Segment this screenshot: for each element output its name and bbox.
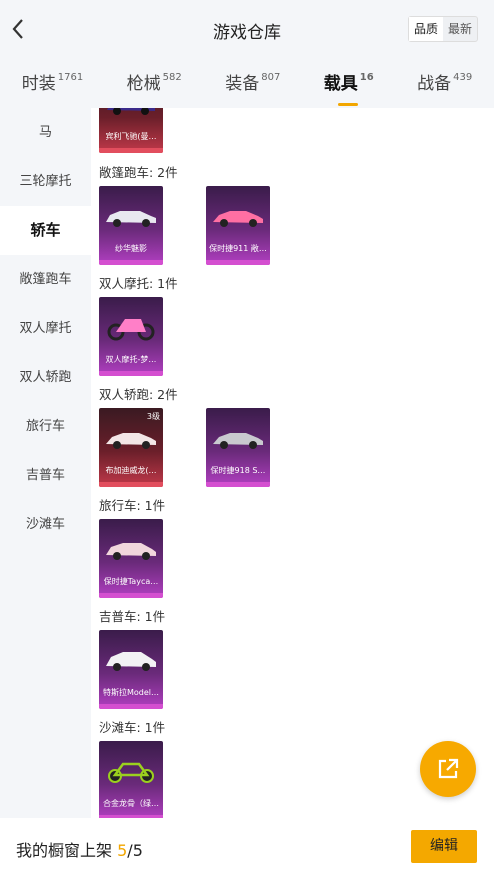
vehicle-name: 宾利飞驰(曼… (105, 132, 157, 141)
section-title: 吉普车: 1件 (99, 609, 166, 624)
sidebar-item-trike[interactable]: 三轮摩托 (0, 157, 91, 206)
sidebar-item-horse[interactable]: 马 (0, 108, 91, 157)
sidebar-item-convertible[interactable]: 敞篷跑车 (0, 255, 91, 304)
share-button[interactable] (420, 741, 476, 797)
sort-toggle: 品质 最新 (407, 16, 478, 42)
sidebar-item-buggy[interactable]: 沙滩车 (0, 500, 91, 549)
tab-supplies[interactable]: 战备 439 (417, 69, 472, 98)
car-image (213, 433, 263, 449)
motorcycle-image (107, 319, 155, 341)
edit-button[interactable]: 编辑 (411, 830, 477, 863)
showcase-total: /5 (127, 841, 143, 860)
vehicle-name: 合金龙骨（绿… (103, 799, 159, 808)
section-title: 双人摩托: 1件 (99, 276, 178, 291)
vehicle-card[interactable]: 特斯拉Model… (99, 630, 163, 709)
car-image (106, 652, 156, 671)
vehicle-card[interactable]: 保时捷Tayca… (99, 519, 163, 598)
car-image (106, 433, 156, 449)
section-title: 敞篷跑车: 2件 (99, 165, 178, 180)
vehicle-name: 双人摩托-梦… (105, 355, 157, 364)
section-title: 旅行车: 1件 (99, 498, 166, 513)
vehicle-card[interactable]: 3级 布加迪威龙(… (99, 408, 163, 487)
tab-vehicles[interactable]: 载具 16 (324, 69, 374, 106)
vehicle-card[interactable]: 双人摩托-梦… (99, 297, 163, 376)
vehicle-name: 特斯拉Model… (102, 688, 160, 697)
sidebar-item-wagon[interactable]: 旅行车 (0, 402, 91, 451)
vehicle-card[interactable]: 纱华魅影 (99, 186, 163, 265)
tab-equipment[interactable]: 装备 807 (225, 69, 280, 98)
category-tabs: 时装 1761 枪械 582 装备 807 载具 16 战备 439 (0, 58, 494, 108)
showcase-count: 5 (117, 841, 128, 860)
vehicle-card[interactable]: 保时捷918 S… (206, 408, 270, 487)
vehicle-card[interactable]: 宾利飞驰(曼… (99, 108, 163, 153)
car-image (107, 108, 155, 115)
sidebar-item-two-seat-motorcycle[interactable]: 双人摩托 (0, 304, 91, 353)
tab-fashion[interactable]: 时装 1761 (22, 69, 83, 98)
vehicle-name: 保时捷911 敞… (209, 244, 267, 253)
vehicle-name: 布加迪威龙(… (105, 466, 157, 475)
vehicle-list[interactable]: 宾利飞驰(曼… 敞篷跑车: 2件 纱华魅影 保时捷911 敞… 双人摩托: 1件… (91, 108, 494, 818)
sidebar-item-jeep[interactable]: 吉普车 (0, 451, 91, 500)
sidebar-item-sedan[interactable]: 轿车 (0, 206, 91, 255)
level-badge: 3级 (146, 412, 160, 421)
vehicle-card[interactable]: 保时捷911 敞… (206, 186, 270, 265)
vehicle-name: 保时捷Tayca… (103, 577, 159, 586)
vehicle-card[interactable]: 合金龙骨（绿… (99, 741, 163, 818)
vehicle-name: 保时捷918 S… (210, 466, 266, 475)
buggy-image (108, 762, 154, 783)
share-icon (438, 758, 459, 779)
sort-quality-button[interactable]: 品质 (408, 17, 443, 41)
sidebar-item-two-seat-coupe[interactable]: 双人轿跑 (0, 353, 91, 402)
vehicle-type-sidebar: 马 三轮摩托 轿车 敞篷跑车 双人摩托 双人轿跑 旅行车 吉普车 沙滩车 (0, 108, 91, 818)
showcase-footer: 我的橱窗上架 5/5 编辑 (0, 818, 494, 875)
vehicle-name: 纱华魅影 (115, 244, 147, 253)
showcase-status: 我的橱窗上架 5/5 (16, 841, 143, 860)
tab-weapons[interactable]: 枪械 582 (127, 69, 182, 98)
car-image (213, 211, 263, 227)
section-title: 双人轿跑: 2件 (99, 387, 178, 402)
car-image (106, 211, 156, 227)
car-image (106, 543, 156, 560)
section-title: 沙滩车: 1件 (99, 720, 166, 735)
sort-newest-button[interactable]: 最新 (443, 17, 477, 41)
header: 游戏仓库 品质 最新 (0, 0, 494, 58)
